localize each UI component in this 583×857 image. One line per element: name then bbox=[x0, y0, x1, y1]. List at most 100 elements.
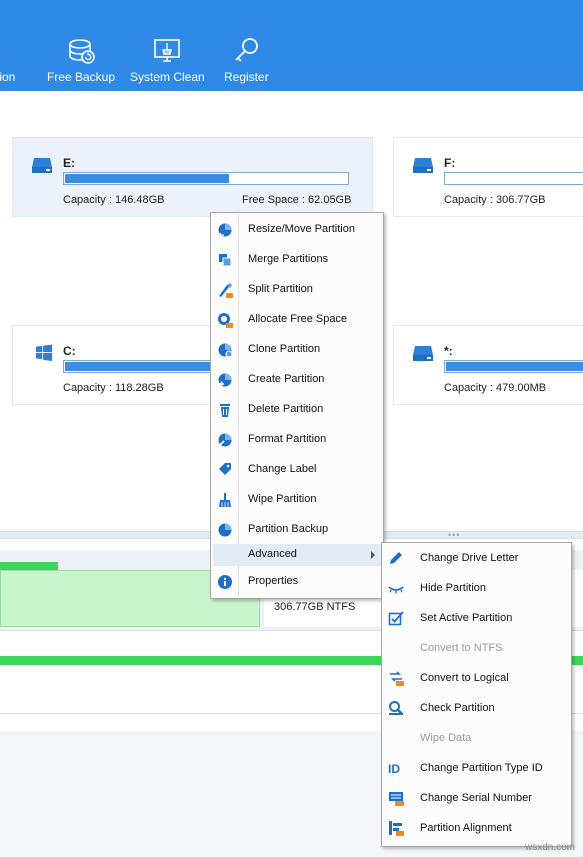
submenu-item-change-serial[interactable]: Change Serial Number bbox=[384, 783, 569, 813]
submenu-item-hide-partition[interactable]: Hide Partition bbox=[384, 573, 569, 603]
drive-free-space: Free Space : 62.05GB bbox=[242, 194, 352, 206]
menu-item-advanced[interactable]: Advanced bbox=[213, 544, 381, 566]
info-icon bbox=[218, 575, 232, 589]
submenu-item-wipe-data[interactable]: Wipe Data bbox=[384, 723, 569, 753]
menu-item-resize-move[interactable]: Resize/Move Partition bbox=[213, 217, 381, 243]
menu-item-label: Split Partition bbox=[248, 283, 313, 295]
drive-card-c[interactable]: C: Capacity : 118.28GB bbox=[12, 325, 223, 405]
delete-icon bbox=[220, 404, 230, 417]
drive-capacity: Capacity : 146.48GB bbox=[63, 194, 165, 206]
backup-icon bbox=[69, 39, 95, 64]
menu-item-label: Wipe Partition bbox=[248, 493, 317, 505]
menu-item-wipe[interactable]: Wipe Partition bbox=[213, 487, 381, 513]
check-icon bbox=[389, 701, 403, 715]
usage-fill bbox=[446, 362, 583, 371]
partition-ntfs-label: 306.77GB NTFS bbox=[274, 601, 356, 613]
backup-icon bbox=[218, 523, 232, 537]
wipe-icon bbox=[219, 493, 231, 507]
pencil-icon bbox=[390, 552, 402, 564]
toolbar-system-clean-button[interactable]: System Clean bbox=[130, 36, 205, 84]
usage-bar bbox=[444, 172, 583, 185]
drive-capacity: Capacity : 479.00MB bbox=[444, 382, 547, 394]
alignment-icon bbox=[389, 821, 404, 836]
menu-item-change-label[interactable]: Change Label bbox=[213, 457, 381, 483]
toolbar: tition Free Backup System Clean Register bbox=[0, 0, 583, 91]
key-icon bbox=[235, 38, 259, 62]
submenu-item-change-type-id[interactable]: ID Change Partition Type ID bbox=[384, 753, 569, 783]
drive-name: E: bbox=[63, 156, 75, 170]
menu-item-allocate[interactable]: Allocate Free Space bbox=[213, 307, 381, 333]
convert-icon bbox=[390, 671, 404, 686]
submenu-item-label: Change Drive Letter bbox=[420, 552, 519, 564]
submenu-item-alignment[interactable]: Partition Alignment bbox=[384, 813, 569, 843]
toolbar-free-backup-label: Free Backup bbox=[47, 70, 116, 84]
menu-item-label: Create Partition bbox=[248, 373, 325, 385]
submenu-item-check-partition[interactable]: Check Partition bbox=[384, 693, 569, 723]
submenu-item-label: Change Partition Type ID bbox=[420, 762, 543, 774]
menu-item-label: Delete Partition bbox=[248, 403, 324, 415]
drive-card-hidden[interactable]: *: Capacity : 479.00MB bbox=[393, 325, 583, 405]
resize-icon bbox=[218, 223, 232, 238]
menu-item-label: Allocate Free Space bbox=[248, 313, 348, 325]
menu-item-label: Properties bbox=[248, 575, 299, 587]
submenu-item-label: Convert to Logical bbox=[420, 672, 509, 684]
advanced-submenu: Change Drive Letter Hide Partition Set A… bbox=[381, 542, 572, 847]
hard-drive-icon bbox=[413, 346, 433, 361]
splitter-grip: ••• bbox=[448, 530, 461, 540]
hard-drive-icon bbox=[413, 158, 433, 173]
hide-icon bbox=[388, 586, 404, 594]
system-clean-icon bbox=[154, 39, 181, 62]
menu-item-label: Change Label bbox=[248, 463, 317, 475]
usage-fill bbox=[65, 362, 221, 371]
drive-capacity: Capacity : 118.28GB bbox=[63, 382, 164, 394]
drive-name: F: bbox=[444, 156, 456, 170]
toolbar-register-button[interactable]: Register bbox=[224, 36, 269, 84]
menu-item-label: Merge Partitions bbox=[248, 253, 329, 265]
usage-bar bbox=[444, 360, 583, 373]
submenu-item-change-drive-letter[interactable]: Change Drive Letter bbox=[384, 543, 569, 573]
menu-item-split[interactable]: Split Partition bbox=[213, 277, 381, 303]
menu-item-merge[interactable]: Merge Partitions bbox=[213, 247, 381, 273]
partition-usage-bar bbox=[0, 562, 58, 570]
submenu-item-label: Convert to NTFS bbox=[420, 642, 503, 654]
submenu-item-set-active[interactable]: Set Active Partition bbox=[384, 603, 569, 633]
menu-item-create[interactable]: Create Partition bbox=[213, 367, 381, 393]
svg-text:ID: ID bbox=[388, 762, 400, 776]
submenu-item-label: Check Partition bbox=[420, 702, 495, 714]
menu-item-partition-backup[interactable]: Partition Backup bbox=[213, 517, 381, 543]
toolbar-partition-button[interactable]: tition bbox=[0, 70, 15, 84]
toolbar-system-clean-label: System Clean bbox=[130, 70, 205, 84]
usage-fill bbox=[65, 174, 229, 183]
toolbar-partition-label: tition bbox=[0, 70, 16, 84]
submenu-arrow-icon bbox=[371, 551, 375, 559]
drive-name: *: bbox=[444, 344, 453, 358]
menu-item-properties[interactable]: Properties bbox=[213, 569, 381, 595]
menu-item-label: Clone Partition bbox=[248, 343, 321, 355]
split-icon bbox=[219, 283, 233, 298]
merge-icon bbox=[219, 254, 232, 267]
context-menu: Resize/Move Partition Merge Partitions S… bbox=[210, 212, 384, 599]
menu-item-format[interactable]: Format Partition bbox=[213, 427, 381, 453]
allocate-icon bbox=[218, 313, 233, 328]
serial-icon bbox=[389, 792, 404, 806]
usage-bar bbox=[63, 172, 349, 185]
drive-card-f[interactable]: F: Capacity : 306.77GB bbox=[393, 137, 583, 217]
menu-item-delete[interactable]: Delete Partition bbox=[213, 397, 381, 423]
drive-card-e[interactable]: E: Capacity : 146.48GB Free Space : 62.0… bbox=[12, 137, 373, 217]
create-icon bbox=[218, 373, 232, 387]
usage-bar bbox=[63, 360, 223, 373]
drive-name: C: bbox=[63, 344, 76, 358]
submenu-item-label: Wipe Data bbox=[420, 732, 472, 744]
submenu-item-label: Hide Partition bbox=[420, 582, 487, 594]
windows-icon bbox=[35, 344, 53, 362]
submenu-item-label: Partition Alignment bbox=[420, 822, 512, 834]
submenu-item-label: Change Serial Number bbox=[420, 792, 532, 804]
id-icon: ID bbox=[388, 762, 400, 776]
menu-item-clone[interactable]: Clone Partition bbox=[213, 337, 381, 363]
submenu-item-convert-ntfs[interactable]: Convert to NTFS bbox=[384, 633, 569, 663]
toolbar-free-backup-button[interactable]: Free Backup bbox=[47, 36, 115, 84]
submenu-item-convert-logical[interactable]: Convert to Logical bbox=[384, 663, 569, 693]
set-active-icon bbox=[388, 611, 404, 626]
menu-item-label: Partition Backup bbox=[248, 523, 329, 535]
submenu-item-label: Set Active Partition bbox=[420, 612, 513, 624]
